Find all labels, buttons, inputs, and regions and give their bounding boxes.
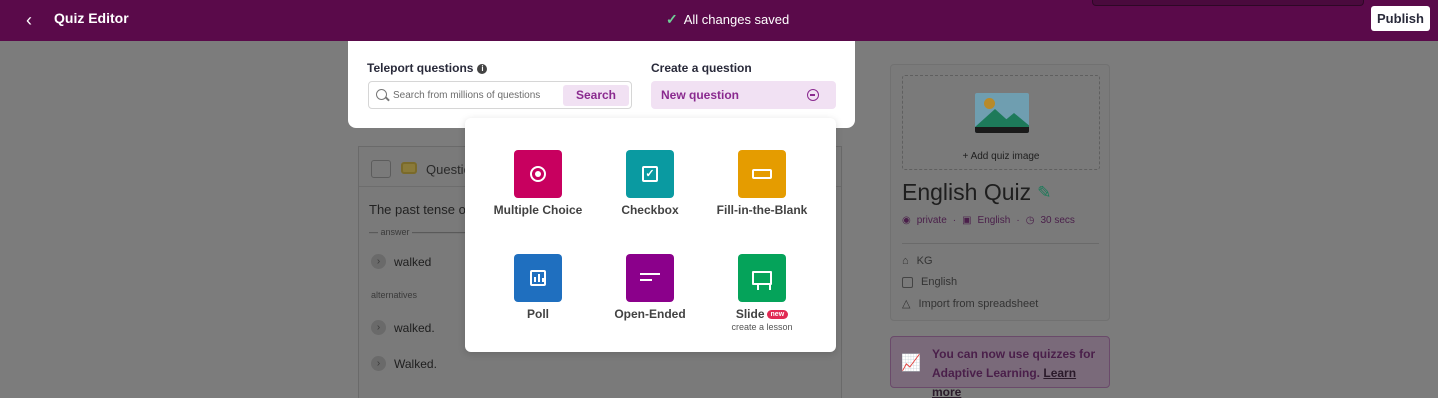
slide-subtitle: create a lesson: [731, 322, 793, 332]
radio-target-icon: [514, 150, 562, 198]
search-button[interactable]: Search: [563, 85, 629, 106]
divider: [902, 243, 1099, 244]
chevron-right-icon: ›: [371, 254, 386, 269]
text-lines-icon: [626, 254, 674, 302]
add-quiz-image-dropzone[interactable]: + Add quiz image: [902, 75, 1100, 170]
question-type-label: Slide new: [706, 307, 818, 321]
question-type-poll[interactable]: Poll: [482, 254, 594, 321]
graduation-cap-icon: ⌂: [902, 255, 909, 267]
question-type-label: Checkbox: [621, 203, 679, 217]
page-title: Quiz Editor: [54, 10, 129, 26]
alternative-text: walked.: [394, 320, 435, 335]
question-type-checkbox[interactable]: ✓ Checkbox: [594, 150, 706, 217]
chevron-right-icon: ›: [371, 356, 386, 371]
pencil-icon[interactable]: ✎: [1037, 183, 1051, 203]
duration-text[interactable]: 30 secs: [1040, 215, 1074, 226]
alternative-row[interactable]: › walked.: [371, 320, 435, 335]
adaptive-learning-text: You can now use quizzes for Adaptive Lea…: [932, 345, 1107, 398]
bar-chart-icon: [514, 254, 562, 302]
question-source-card: Teleport questionsi Search Create a ques…: [348, 41, 855, 128]
teleport-search-input[interactable]: [393, 87, 558, 103]
visibility-text[interactable]: private: [917, 215, 947, 226]
question-type-label: Poll: [526, 307, 549, 321]
question-text: The past tense o: [369, 202, 466, 217]
top-bar: ‹ Quiz Editor ✓ All changes saved Publis…: [0, 0, 1438, 41]
grade-text: KG: [916, 255, 933, 267]
import-row[interactable]: △ Import from spreadsheet: [902, 297, 1039, 311]
eye-icon: ◉: [902, 215, 911, 226]
answer-row[interactable]: › walked: [371, 254, 431, 269]
publish-button[interactable]: Publish: [1371, 6, 1430, 31]
question-type-label: Open-Ended: [614, 307, 686, 321]
quiz-title: English Quiz ✎: [902, 179, 1051, 206]
question-type-slide[interactable]: Slide new create a lesson: [706, 254, 818, 332]
checkbox-icon: ✓: [626, 150, 674, 198]
landscape-image-icon: [975, 93, 1029, 133]
alternative-text: Walked.: [394, 356, 437, 371]
notification-edge: [1092, 0, 1364, 6]
info-icon[interactable]: i: [477, 64, 488, 74]
teleport-label-text: Teleport questions: [367, 61, 474, 75]
language-icon: ▣: [962, 215, 972, 226]
back-arrow-icon[interactable]: ‹: [18, 9, 40, 31]
quiz-details-panel: + Add quiz image English Quiz ✎ ◉ privat…: [890, 64, 1110, 321]
question-type-fill-in-the-blank[interactable]: Fill-in-the-Blank: [706, 150, 818, 217]
alternative-row[interactable]: › Walked.: [371, 356, 437, 371]
search-icon: [376, 89, 387, 100]
save-status-text: All changes saved: [683, 12, 790, 27]
spreadsheet-icon: △: [902, 298, 911, 310]
save-status: ✓ All changes saved: [666, 11, 789, 28]
teleport-label: Teleport questions i: [367, 61, 488, 75]
teleport-search-box: Search: [368, 81, 632, 109]
subject-text: English: [921, 276, 958, 288]
adaptive-learning-banner: 📈 You can now use quizzes for Adaptive L…: [890, 336, 1110, 398]
checkmark-icon: ✓: [666, 11, 678, 27]
question-type-icon: [401, 162, 417, 174]
drag-handle-icon[interactable]: [371, 160, 391, 178]
answer-text: walked: [394, 254, 432, 269]
create-question-label: Create a question: [651, 61, 752, 75]
chevron-right-icon: ›: [371, 320, 386, 335]
language-text[interactable]: English: [978, 215, 1011, 226]
new-question-button[interactable]: New question: [651, 81, 836, 109]
question-type-menu: Multiple Choice ✓ Checkbox Fill-in-the-B…: [465, 118, 836, 352]
new-badge: new: [766, 310, 789, 319]
subject-row[interactable]: English: [902, 276, 957, 288]
answer-label: — answer ———————: [369, 227, 476, 237]
collapse-minus-icon: [807, 89, 819, 101]
answer-label-text: answer: [380, 227, 410, 237]
question-type-open-ended[interactable]: Open-Ended: [594, 254, 706, 321]
new-question-label: New question: [661, 88, 740, 102]
add-quiz-image-label: + Add quiz image: [962, 151, 1040, 162]
book-icon: [902, 276, 913, 288]
blank-box-icon: [738, 150, 786, 198]
import-text: Import from spreadsheet: [918, 297, 1039, 310]
question-type-multiple-choice[interactable]: Multiple Choice: [482, 150, 594, 217]
question-type-label-text: Slide: [735, 307, 765, 321]
grade-row[interactable]: ⌂ KG: [902, 255, 933, 267]
question-type-label: Fill-in-the-Blank: [716, 203, 808, 217]
alternatives-label: alternatives: [371, 290, 418, 300]
growth-chart-icon: 📈: [901, 355, 921, 372]
question-type-label: Multiple Choice: [493, 203, 583, 217]
presentation-board-icon: [738, 254, 786, 302]
quiz-title-text: English Quiz: [902, 179, 1032, 205]
clock-icon: ◷: [1025, 215, 1035, 226]
quiz-meta: ◉ private · ▣ English · ◷ 30 secs: [902, 215, 1075, 226]
